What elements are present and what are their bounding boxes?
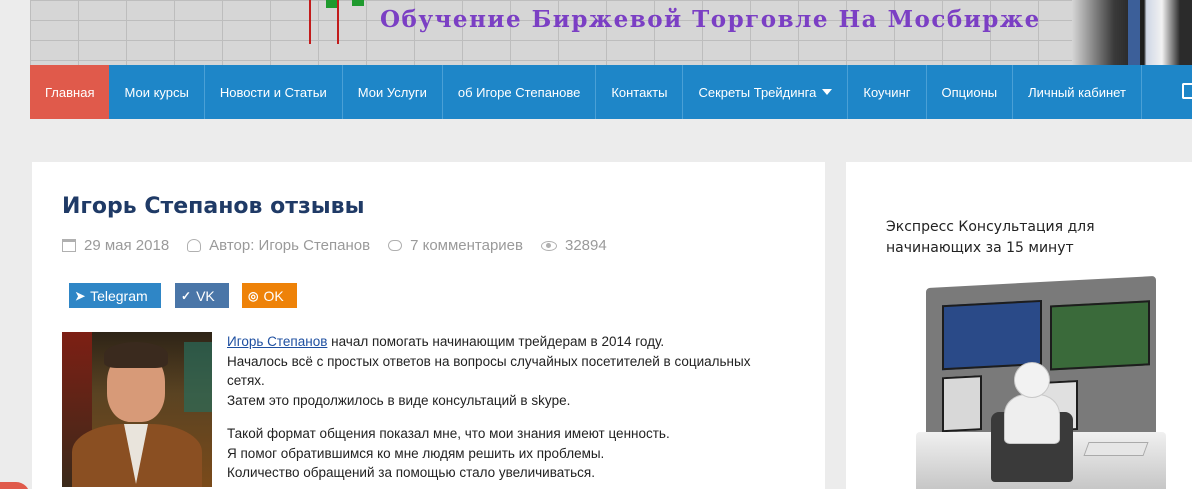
chevron-down-icon [822, 89, 833, 95]
nav-label: Секреты Трейдинга [698, 84, 817, 100]
sidebar: Экспресс Консультация для начинающих за … [846, 162, 1192, 489]
nav-item-account[interactable]: Личный кабинет [1013, 65, 1142, 119]
telegram-icon: ➤ [75, 288, 86, 303]
post-date: 29 мая 2018 [62, 237, 169, 254]
post-views-text: 32894 [565, 237, 607, 254]
nav-label: Опционы [941, 84, 998, 100]
tie-graphic [1128, 0, 1140, 65]
figure-body [1004, 394, 1060, 444]
share-label: Telegram [90, 287, 148, 304]
consultation-illustration[interactable] [916, 275, 1176, 489]
paragraph-text: начал помогать начинающим трейдерам в 20… [327, 334, 665, 349]
vk-icon: ✓ [181, 288, 192, 303]
widget-title[interactable]: Экспресс Консультация для начинающих за … [886, 217, 1186, 259]
nav-item-contacts[interactable]: Контакты [596, 65, 684, 119]
nav-label: Мои курсы [124, 84, 189, 100]
nav-item-coaching[interactable]: Коучинг [848, 65, 927, 119]
cart-icon[interactable] [1182, 83, 1192, 99]
ok-icon: ◎ [248, 288, 259, 303]
share-vk-button[interactable]: ✓ VK [175, 283, 229, 308]
paragraph: Началось всё с простых ответов на вопрос… [227, 353, 751, 389]
nav-label: Личный кабинет [1028, 84, 1126, 100]
comments-icon [388, 240, 403, 251]
nav-item-trading-secrets[interactable]: Секреты Трейдинга [683, 65, 849, 119]
scroll-top-button[interactable] [0, 482, 30, 489]
nav-label: Главная [45, 84, 95, 100]
post-comments[interactable]: 7 комментариев [388, 237, 523, 254]
nav-label: об Игоре Степанове [457, 84, 581, 100]
post-body: Игорь Степанов начал помогать начинающим… [227, 332, 787, 483]
share-telegram-button[interactable]: ➤ Telegram [69, 283, 161, 308]
paragraph: Я помог обратившимся ко мне людям решить… [227, 445, 605, 461]
share-label: OK [263, 287, 284, 304]
eye-icon [541, 240, 557, 251]
candle-green [352, 0, 364, 6]
post-meta: 29 мая 2018 Автор: Игорь Степанов 7 комм… [62, 237, 625, 254]
nav-item-about[interactable]: об Игоре Степанове [443, 65, 597, 119]
header-banner: Обучение Биржевой Торговле На Мосбирже [30, 0, 1192, 65]
post-title: Игорь Степанов отзывы [62, 194, 365, 219]
paragraph: Количество обращений за помощью стало ув… [227, 465, 595, 480]
post-date-text: 29 мая 2018 [84, 237, 170, 254]
main-nav: Главная Мои курсы Новости и Статьи Мои У… [30, 65, 1192, 119]
paragraph: Такой формат общения показал мне, что мо… [227, 426, 670, 441]
paragraph: Затем это продолжилось в виде консультац… [227, 392, 571, 408]
author-link[interactable]: Игорь Степанов [227, 334, 327, 349]
post-views: 32894 [541, 237, 607, 254]
share-label: VK [196, 287, 215, 304]
nav-label: Новости и Статьи [219, 84, 327, 100]
user-icon [187, 239, 202, 252]
nav-label: Мои Услуги [357, 84, 427, 100]
post-author-text: Автор: Игорь Степанов [209, 237, 371, 254]
calendar-icon [62, 239, 76, 252]
keyboard [1083, 442, 1149, 456]
post-comments-text[interactable]: 7 комментариев [410, 237, 523, 254]
paragraph: Игорь Степанов начал помогать начинающим… [227, 332, 787, 352]
author-photo [62, 332, 212, 487]
post-author: Автор: Игорь Степанов [187, 237, 370, 254]
nav-item-courses[interactable]: Мои курсы [109, 65, 205, 119]
nav-label: Коучинг [863, 84, 911, 100]
nav-label: Контакты [611, 84, 668, 100]
post-card: Игорь Степанов отзывы 29 мая 2018 Автор:… [32, 162, 825, 489]
nav-item-services[interactable]: Мои Услуги [343, 65, 443, 119]
site-title[interactable]: Обучение Биржевой Торговле На Мосбирже [380, 6, 1041, 33]
nav-item-news[interactable]: Новости и Статьи [205, 65, 343, 119]
share-ok-button[interactable]: ◎ OK [242, 283, 297, 308]
figure-head [1014, 362, 1050, 398]
candle-wick [337, 0, 339, 44]
nav-item-options[interactable]: Опционы [927, 65, 1014, 119]
candle-chart-icon [309, 0, 311, 44]
nav-item-home[interactable]: Главная [30, 65, 110, 119]
